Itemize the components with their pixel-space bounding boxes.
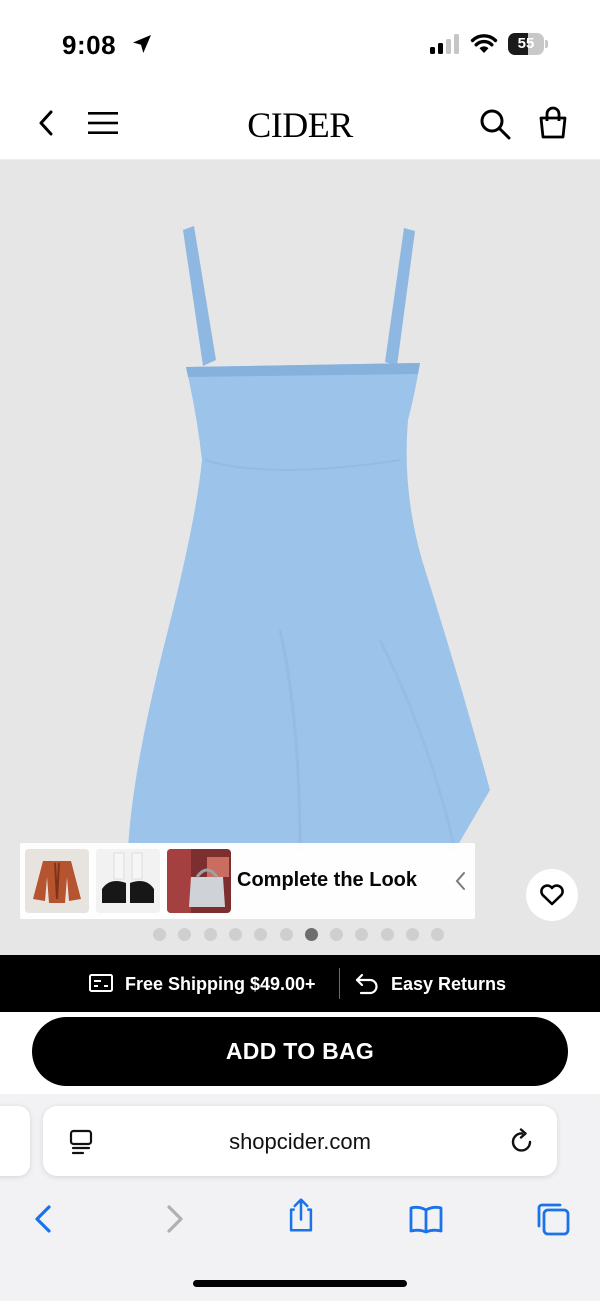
- mary-jane-shoes-thumbnail[interactable]: [96, 849, 160, 913]
- shipping-icon: [89, 974, 113, 992]
- battery-icon: 55: [508, 33, 548, 55]
- pagination-dot[interactable]: [178, 928, 192, 941]
- product-image-dress: [128, 226, 490, 851]
- forward-icon[interactable]: [157, 1201, 193, 1237]
- return-icon: [355, 973, 378, 995]
- shopping-bag-icon[interactable]: [536, 106, 570, 140]
- chevron-left-icon[interactable]: [453, 870, 467, 892]
- battery-level: 55: [517, 35, 535, 52]
- wifi-icon: [470, 34, 498, 53]
- easy-returns-text: Easy Returns: [391, 974, 507, 994]
- pagination-dot[interactable]: [406, 928, 419, 941]
- pagination-dot[interactable]: [254, 928, 268, 941]
- handbag-thumbnail[interactable]: [167, 849, 231, 913]
- brand-logo[interactable]: CIDER: [200, 104, 400, 146]
- jacket-thumbnail[interactable]: [25, 849, 89, 913]
- heart-icon: [540, 884, 564, 906]
- reload-icon[interactable]: [509, 1128, 535, 1156]
- pagination-dot[interactable]: [203, 928, 217, 941]
- pagination-dot[interactable]: [279, 928, 293, 941]
- status-time: 9:08: [62, 30, 117, 60]
- promo-bar: Free Shipping $49.00+ Easy Returns: [0, 955, 600, 1012]
- pagination-dot[interactable]: [330, 928, 344, 941]
- home-indicator: [193, 1280, 407, 1287]
- pagination-dot[interactable]: [228, 928, 242, 941]
- product-image-gallery[interactable]: Complete the Look: [0, 160, 600, 955]
- back-icon[interactable]: [27, 1201, 63, 1237]
- cellular-signal-icon: [430, 34, 459, 54]
- share-icon[interactable]: [283, 1197, 319, 1233]
- tabs-icon[interactable]: [535, 1201, 571, 1237]
- pagination-dot[interactable]: [304, 928, 318, 941]
- add-to-bag-button[interactable]: ADD TO BAG: [32, 1017, 568, 1086]
- site-header: CIDER: [0, 90, 600, 160]
- bookmarks-icon[interactable]: [408, 1201, 444, 1237]
- image-pagination-dots[interactable]: [150, 928, 450, 942]
- browser-toolbar: shopcider.com: [0, 1094, 600, 1301]
- hamburger-menu-icon[interactable]: [86, 110, 120, 136]
- address-bar[interactable]: shopcider.com: [43, 1106, 557, 1176]
- location-arrow-icon: [133, 35, 151, 53]
- complete-the-look-label: Complete the Look: [237, 869, 418, 891]
- favorite-button[interactable]: [526, 869, 578, 921]
- pagination-dot[interactable]: [380, 928, 394, 941]
- back-chevron-icon[interactable]: [34, 108, 60, 138]
- pagination-dot[interactable]: [355, 928, 369, 941]
- search-icon[interactable]: [478, 107, 512, 141]
- status-bar: 9:08 55: [0, 0, 600, 90]
- promo-divider: [339, 968, 340, 999]
- complete-the-look-panel[interactable]: Complete the Look: [20, 843, 475, 919]
- previous-tab-card[interactable]: [0, 1106, 30, 1176]
- free-shipping-text: Free Shipping $49.00+: [125, 974, 316, 994]
- url-text: shopcider.com: [229, 1129, 371, 1154]
- pagination-dot[interactable]: [153, 928, 166, 941]
- pagination-dot[interactable]: [431, 928, 445, 941]
